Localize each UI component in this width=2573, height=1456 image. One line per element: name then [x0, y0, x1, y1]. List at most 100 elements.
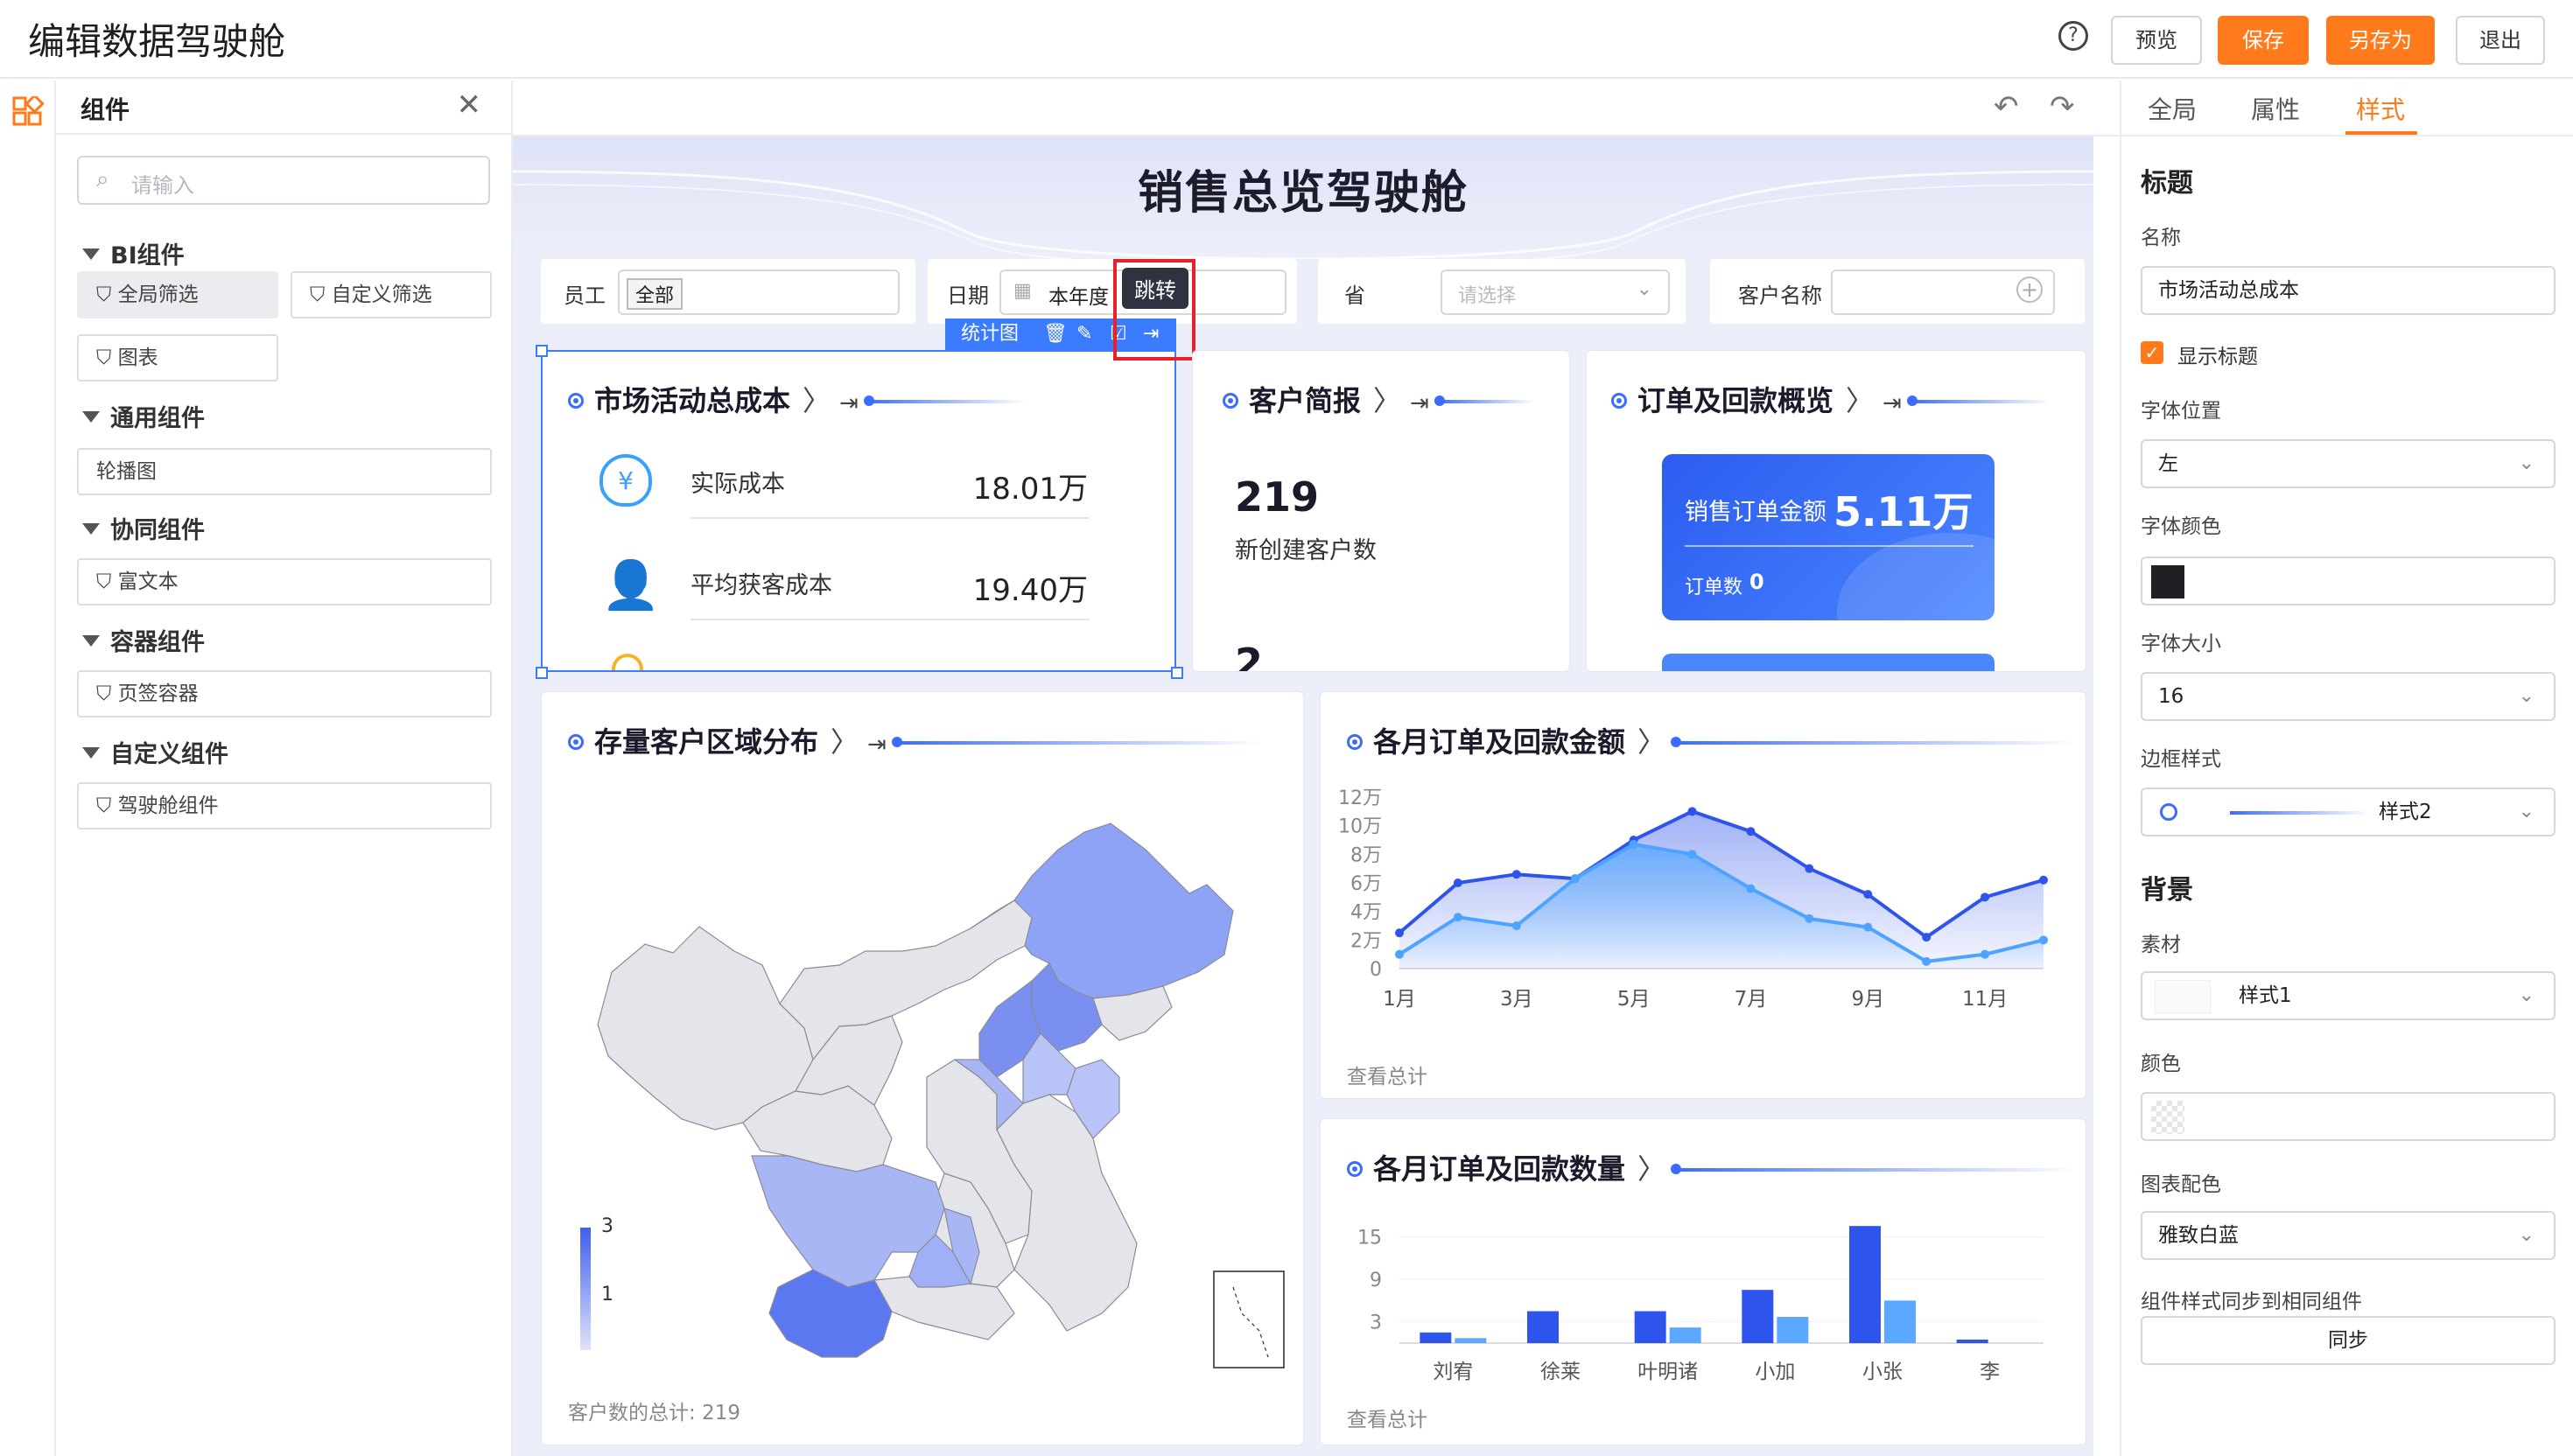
bg-color-picker[interactable]: [2141, 1092, 2555, 1141]
filter-icon: ⛉: [96, 346, 118, 369]
new-customers-value: 219: [1235, 473, 1320, 521]
line-chart[interactable]: 0 2万 4万 6万 8万 10万 12万 1月 3月 5月 7月 9月 11月: [1321, 788, 2087, 1051]
tab-style[interactable]: 样式: [2356, 91, 2405, 126]
resize-handle[interactable]: [1171, 667, 1183, 679]
chevron-down-icon: ⌄: [2518, 452, 2534, 474]
title-decoration-line: [1671, 1164, 2078, 1174]
employee-select[interactable]: 全部: [618, 270, 900, 315]
components-grid-icon[interactable]: [12, 96, 44, 128]
customer-region-card[interactable]: 存量客户区域分布〉 ⇥ 3 1 客户数的总计: 219: [541, 691, 1304, 1446]
undo-icon[interactable]: ↶: [1994, 89, 2019, 124]
line-footer[interactable]: 查看总计: [1347, 1060, 1427, 1089]
x-tick-label: 李: [1980, 1361, 2000, 1383]
calendar-icon: ▦: [1013, 280, 1032, 302]
chevron-right-icon[interactable]: 〉: [1373, 384, 1401, 417]
position-select[interactable]: 左 ⌄: [2141, 439, 2555, 488]
exit-button[interactable]: 退出: [2456, 16, 2545, 65]
jump-icon[interactable]: ⇥: [1410, 390, 1429, 416]
resize-handle[interactable]: [536, 345, 548, 357]
show-title-checkbox[interactable]: ✓: [2141, 341, 2163, 364]
delete-icon[interactable]: 🗑: [1043, 318, 1068, 350]
x-tick-label: 刘宥: [1433, 1361, 1473, 1383]
font-color-label: 字体颜色: [2141, 515, 2221, 538]
component-item-chart[interactable]: ⛉ 图表: [77, 334, 278, 382]
help-icon[interactable]: ?: [2058, 21, 2088, 51]
customer-brief-card[interactable]: 客户简报〉 ⇥ 219 新创建客户数 2: [1192, 350, 1570, 672]
chevron-down-icon: ⌄: [1636, 278, 1652, 300]
customer-select[interactable]: +: [1831, 270, 2055, 315]
next-tile: [1662, 654, 1995, 671]
component-item-rich-text[interactable]: ⛉ 富文本: [77, 558, 492, 606]
component-item-tab-container[interactable]: ⛉ 页签容器: [77, 670, 492, 718]
save-as-button[interactable]: 另存为: [2326, 16, 2435, 65]
border-style-select[interactable]: 样式2 ⌄: [2141, 788, 2555, 836]
data-point: [1805, 864, 1814, 873]
y-tick-label: 4万: [1350, 902, 1382, 924]
bar: [1884, 1300, 1916, 1343]
save-button[interactable]: 保存: [2218, 16, 2309, 65]
title-decoration-line: [1906, 396, 2051, 406]
top-bar: 编辑数据驾驶舱 ? 预览 保存 另存为 退出: [0, 0, 2573, 79]
bar-footer[interactable]: 查看总计: [1347, 1403, 1427, 1432]
material-label: 素材: [2141, 934, 2181, 956]
legend-max: 3: [601, 1215, 613, 1237]
next-metric-value: 2: [1235, 640, 1264, 672]
resize-handle[interactable]: [536, 667, 548, 679]
selection-frame: [541, 350, 1176, 672]
sales-amount-label: 销售订单金额: [1685, 499, 1826, 526]
close-icon[interactable]: ✕: [457, 88, 482, 122]
bar-chart[interactable]: 3 9 15 刘宥 徐莱 叶明诸 小加 小张 李: [1321, 1207, 2087, 1390]
font-color-picker[interactable]: [2141, 556, 2555, 606]
component-item-custom-filter[interactable]: ⛉ 自定义筛选: [291, 271, 492, 318]
name-input[interactable]: 市场活动总成本: [2141, 266, 2555, 315]
province-select[interactable]: 请选择 ⌄: [1441, 270, 1670, 315]
chevron-right-icon[interactable]: 〉: [1637, 1152, 1665, 1186]
chevron-right-icon[interactable]: 〉: [1846, 384, 1874, 417]
tab-attributes[interactable]: 属性: [2251, 91, 2300, 126]
icon-rail: [0, 80, 56, 1456]
component-item-carousel[interactable]: 轮播图: [77, 448, 492, 495]
edit-icon[interactable]: ✎: [1076, 318, 1092, 350]
component-item-cockpit[interactable]: ⛉ 驾驶舱组件: [77, 782, 492, 830]
section-bi[interactable]: BI组件: [82, 236, 185, 270]
chevron-right-icon[interactable]: 〉: [1637, 725, 1665, 759]
new-customers-label: 新创建客户数: [1235, 537, 1377, 564]
components-panel-title: 组件: [81, 95, 130, 124]
order-count-label: 订单数: [1685, 577, 1743, 598]
jump-icon[interactable]: ⇥: [1882, 390, 1902, 416]
y-tick-label: 0: [1370, 959, 1382, 981]
data-point: [1922, 956, 1932, 966]
legend-min: 1: [601, 1284, 613, 1306]
dashboard-stage: 销售总览驾驶舱 员工 全部 日期 ▦ 本年度 省 请选择 ⌄ 客户名称 + 市场…: [513, 136, 2093, 1456]
target-icon: [568, 734, 584, 750]
preview-button[interactable]: 预览: [2111, 16, 2202, 65]
font-size-select[interactable]: 16 ⌄: [2141, 672, 2555, 721]
sync-button[interactable]: 同步: [2141, 1316, 2555, 1365]
component-item-global-filter[interactable]: ⛉ 全局筛选: [77, 271, 278, 318]
data-point: [1629, 839, 1638, 849]
data-point: [1453, 878, 1462, 887]
bar: [1849, 1226, 1881, 1343]
chevron-right-icon[interactable]: 〉: [831, 725, 859, 759]
canvas-toolbar: ↶ ↷: [513, 80, 2120, 136]
redo-icon[interactable]: ↷: [2050, 89, 2075, 124]
jump-icon[interactable]: ⇥: [867, 732, 887, 758]
x-tick-label: 叶明诸: [1637, 1361, 1698, 1383]
monthly-count-card[interactable]: 各月订单及回款数量〉 3 9 15 刘宥 徐莱 叶明诸 小加 小张 李 查看总计: [1320, 1118, 2086, 1446]
section-custom[interactable]: 自定义组件: [82, 735, 228, 769]
orders-overview-card[interactable]: 订单及回款概览〉 ⇥ 销售订单金额 5.11万 订单数 0: [1586, 350, 2086, 672]
data-point: [1511, 870, 1521, 879]
data-point: [1746, 884, 1756, 893]
palette-select[interactable]: 雅致白蓝 ⌄: [2141, 1211, 2555, 1260]
x-tick-label: 徐莱: [1540, 1361, 1581, 1383]
section-container[interactable]: 容器组件: [82, 623, 205, 657]
material-select[interactable]: 样式1 ⌄: [2141, 971, 2555, 1020]
component-search-input[interactable]: ⌕ 请输入: [77, 156, 490, 205]
china-map[interactable]: [559, 797, 1294, 1375]
bg-color-label: 颜色: [2141, 1053, 2181, 1075]
section-general[interactable]: 通用组件: [82, 399, 205, 433]
tab-global[interactable]: 全局: [2148, 91, 2197, 126]
border-preview-line: [2230, 811, 2370, 815]
monthly-amount-card[interactable]: 各月订单及回款金额〉 0 2万 4万 6万 8万 10万 12万 1月 3月 5月 7月 9月 11月 …: [1320, 691, 2086, 1099]
section-collab[interactable]: 协同组件: [82, 511, 205, 545]
